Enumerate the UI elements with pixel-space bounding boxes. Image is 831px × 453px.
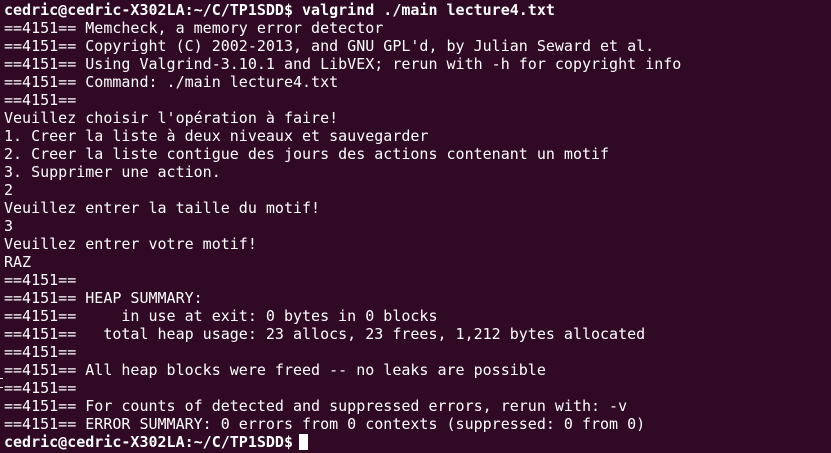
- terminal-output-line: ==4151== total heap usage: 23 allocs, 23…: [4, 325, 646, 343]
- terminal-output-line: 1. Creer la liste à deux niveaux et sauv…: [4, 127, 429, 145]
- terminal-output-line: ==4151== ERROR SUMMARY: 0 errors from 0 …: [4, 415, 646, 433]
- terminal-output-line: ==4151==: [4, 343, 77, 361]
- shell-prompt: cedric@cedric-X302LA:~/C/TP1SDD$: [4, 433, 293, 451]
- terminal-output-line: ==4151== For counts of detected and supp…: [4, 397, 628, 415]
- terminal-output-line: ==4151== HEAP SUMMARY:: [4, 289, 203, 307]
- terminal-prompt-line[interactable]: cedric@cedric-X302LA:~/C/TP1SDD$: [4, 433, 831, 451]
- terminal-output-line: Veuillez choisir l'opération à faire!: [4, 109, 339, 127]
- terminal-window[interactable]: cedric@cedric-X302LA:~/C/TP1SDD$ valgrin…: [0, 0, 831, 453]
- terminal-output-line: Veuillez entrer la taille du motif!: [4, 199, 321, 217]
- terminal-output-line: ==4151== All heap blocks were freed -- n…: [4, 361, 546, 379]
- scroll-marker: [0, 378, 3, 388]
- terminal-output-line: RAZ: [4, 253, 32, 271]
- terminal-output-line: Veuillez entrer votre motif!: [4, 235, 257, 253]
- terminal-output-line: 2. Creer la liste contigue des jours des…: [4, 145, 610, 163]
- terminal-output-line: ==4151== Memcheck, a memory error detect…: [4, 19, 384, 37]
- text-cursor: [298, 434, 308, 450]
- terminal-output-line: ==4151== Command: ./main lecture4.txt: [4, 73, 339, 91]
- terminal-output-line: ==4151== Copyright (C) 2002-2013, and GN…: [4, 37, 655, 55]
- terminal-output-line: ==4151==: [4, 271, 77, 289]
- terminal-output-line: ==4151==: [4, 379, 77, 397]
- terminal-command-line: cedric@cedric-X302LA:~/C/TP1SDD$ valgrin…: [4, 1, 555, 19]
- terminal-output-line: 3: [4, 217, 14, 235]
- terminal-output-line: ==4151== in use at exit: 0 bytes in 0 bl…: [4, 307, 438, 325]
- terminal-output-line: 3. Supprimer une action.: [4, 163, 221, 181]
- terminal-output-line: ==4151== Using Valgrind-3.10.1 and LibVE…: [4, 55, 682, 73]
- terminal-output-line: 2: [4, 181, 14, 199]
- terminal-output-line: ==4151==: [4, 91, 77, 109]
